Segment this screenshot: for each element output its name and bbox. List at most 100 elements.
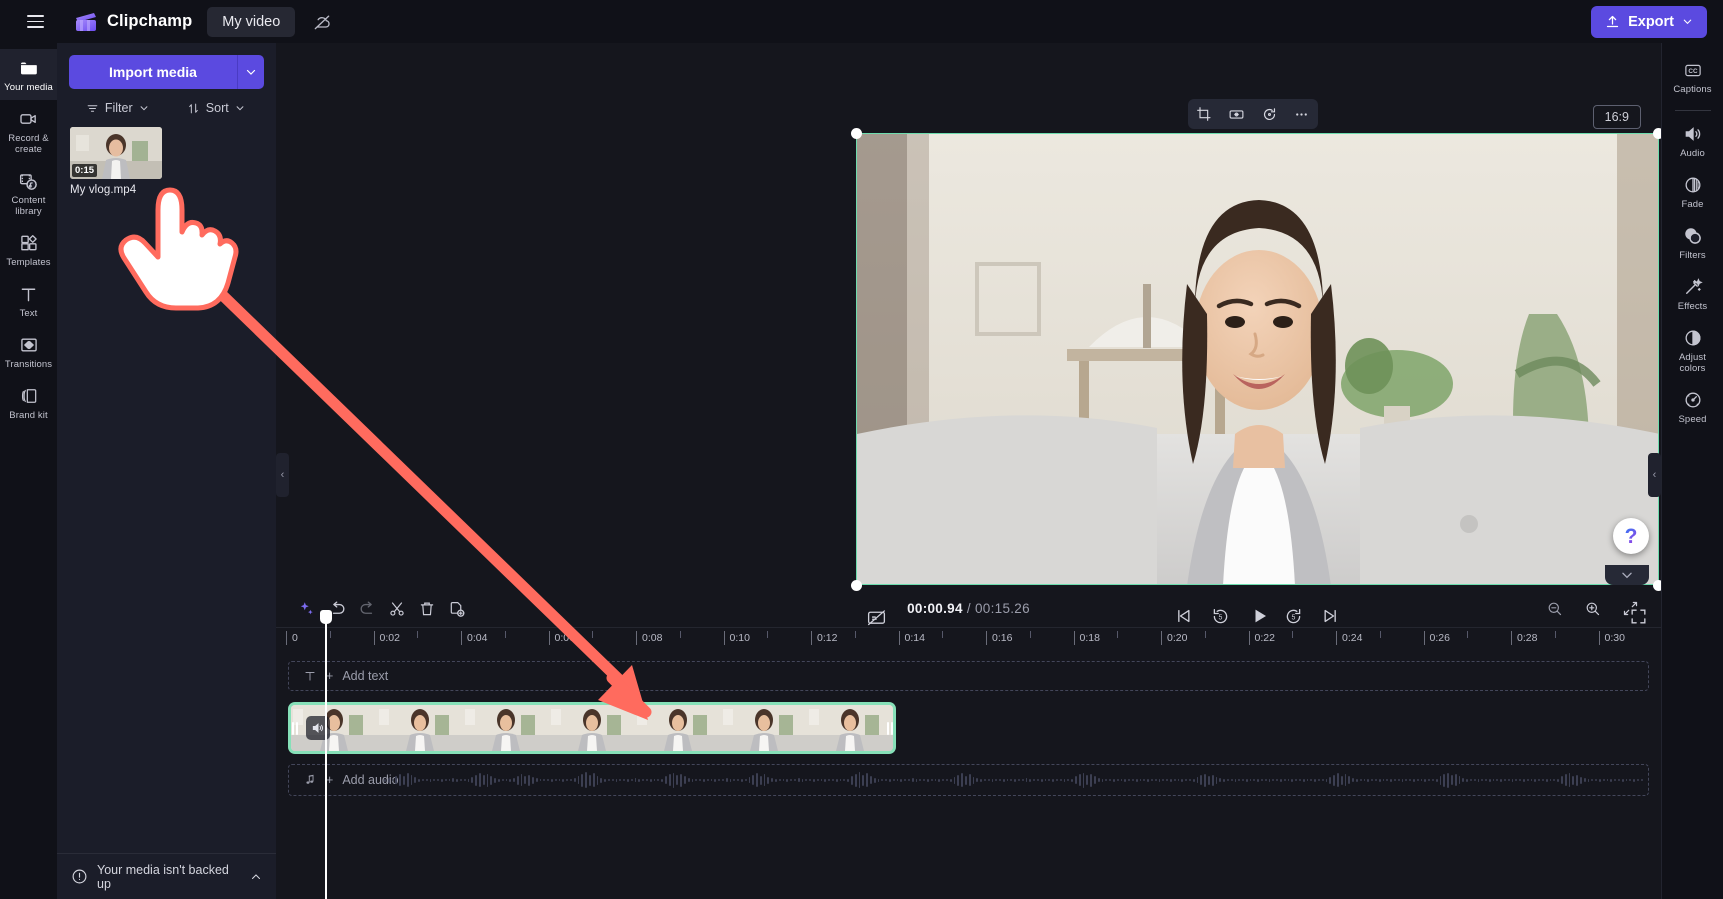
import-media-row: Import media xyxy=(57,43,276,89)
clipchamp-editor: Clipchamp My video Export Your media Rec… xyxy=(0,0,1723,899)
preview-floating-toolbar xyxy=(1188,99,1318,129)
track-video xyxy=(288,702,1649,754)
sidebar-item-label: Your media xyxy=(4,82,53,93)
top-bar: Clipchamp My video Export xyxy=(0,0,1723,43)
backup-status-label: Your media isn't backed up xyxy=(97,862,229,891)
clipchamp-logo-icon xyxy=(74,12,98,32)
skip-back-icon[interactable] xyxy=(1169,602,1197,630)
help-button[interactable]: ? xyxy=(1613,518,1649,554)
sidebar-item-speed[interactable]: Speed xyxy=(1662,381,1723,432)
cc-icon: CC xyxy=(1682,59,1704,81)
import-media-dropdown[interactable] xyxy=(237,55,264,89)
sidebar-item-label: Record & create xyxy=(8,133,49,155)
crop-icon[interactable] xyxy=(1191,102,1217,126)
sidebar-item-captions[interactable]: CC Captions xyxy=(1662,51,1723,102)
fit-width-icon[interactable] xyxy=(1224,102,1250,126)
media-duration-badge: 0:15 xyxy=(72,164,98,177)
forward-5-icon[interactable]: 5 xyxy=(1279,602,1307,630)
project-title[interactable]: My video xyxy=(207,6,296,37)
clip-frame xyxy=(549,705,635,751)
sidebar-item-audio[interactable]: Audio xyxy=(1662,115,1723,166)
sidebar-item-label: Brand kit xyxy=(9,410,48,421)
rotate-icon[interactable] xyxy=(1256,102,1282,126)
sidebar-item-brand-kit[interactable]: Brand kit xyxy=(0,377,57,428)
aspect-ratio-badge[interactable]: 16:9 xyxy=(1592,105,1641,129)
effects-wand-icon xyxy=(1682,276,1704,298)
chevron-up-icon xyxy=(250,871,262,883)
music-note-icon xyxy=(303,773,317,787)
collapse-left-panel-button[interactable]: ‹ xyxy=(276,453,289,497)
add-text-label: Add text xyxy=(342,669,389,683)
sidebar-item-label: Captions xyxy=(1673,84,1712,95)
help-collapse-caret[interactable] xyxy=(1605,565,1649,585)
templates-icon xyxy=(18,232,40,254)
video-camera-icon xyxy=(17,108,40,130)
skip-forward-icon[interactable] xyxy=(1317,602,1345,630)
selection-handle-top-left[interactable] xyxy=(851,128,862,139)
svg-text:CC: CC xyxy=(1688,67,1698,74)
timeline-tracks: + Add text + Add audio xyxy=(276,651,1661,796)
speaker-icon xyxy=(1682,123,1704,145)
cloud-off-icon[interactable] xyxy=(307,7,337,37)
brand-kit-icon xyxy=(18,385,40,407)
sort-button[interactable]: Sort xyxy=(170,101,263,115)
clip-trim-handle-right[interactable] xyxy=(883,702,896,754)
brand: Clipchamp xyxy=(74,12,192,32)
svg-text:5: 5 xyxy=(1291,614,1295,621)
clip-frame xyxy=(291,705,377,751)
sidebar-item-your-media[interactable]: Your media xyxy=(0,49,57,100)
sidebar-item-fade[interactable]: Fade xyxy=(1662,166,1723,217)
sidebar-item-text[interactable]: Text xyxy=(0,275,57,326)
media-item-my-vlog[interactable]: 0:15 My vlog.mp4 xyxy=(70,127,162,196)
track-add-text[interactable]: + Add text xyxy=(288,661,1649,691)
import-media-button[interactable]: Import media xyxy=(69,55,237,89)
svg-text:5: 5 xyxy=(1218,614,1222,621)
sidebar-item-transitions[interactable]: Transitions xyxy=(0,326,57,377)
clip-frame xyxy=(635,705,721,751)
sidebar-item-label: Filters xyxy=(1679,250,1706,261)
clip-frame xyxy=(721,705,807,751)
chevron-down-icon xyxy=(235,103,245,113)
collapse-right-panel-button[interactable]: ‹ xyxy=(1648,453,1661,497)
text-t-icon xyxy=(303,669,317,683)
text-icon xyxy=(18,283,39,305)
backup-status-bar[interactable]: Your media isn't backed up xyxy=(57,853,276,899)
add-audio-plus: + xyxy=(326,773,334,787)
rewind-5-icon[interactable]: 5 xyxy=(1206,602,1234,630)
audio-waveform xyxy=(384,765,1643,795)
hamburger-icon[interactable] xyxy=(18,5,52,39)
more-horizontal-icon[interactable] xyxy=(1289,102,1315,126)
video-clip[interactable] xyxy=(288,702,896,754)
fullscreen-icon[interactable] xyxy=(1624,602,1652,630)
sidebar-item-content-library[interactable]: Content library xyxy=(0,162,57,224)
media-item-name: My vlog.mp4 xyxy=(70,184,137,196)
sidebar-item-label: Fade xyxy=(1681,199,1704,210)
speed-gauge-icon xyxy=(1682,389,1704,411)
alert-circle-icon xyxy=(71,868,88,885)
sidebar-item-adjust-colors[interactable]: Adjust colors xyxy=(1662,319,1723,381)
sidebar-item-templates[interactable]: Templates xyxy=(0,224,57,275)
clip-speaker-icon[interactable] xyxy=(306,716,330,740)
media-list: 0:15 My vlog.mp4 xyxy=(57,123,276,200)
clip-frame xyxy=(463,705,549,751)
export-button[interactable]: Export xyxy=(1591,5,1707,38)
clip-frame xyxy=(377,705,463,751)
sort-label: Sort xyxy=(205,101,229,115)
sidebar-item-effects[interactable]: Effects xyxy=(1662,268,1723,319)
sidebar-item-record-create[interactable]: Record & create xyxy=(0,100,57,162)
captions-off-icon[interactable] xyxy=(862,603,890,631)
sidebar-item-label: Effects xyxy=(1677,301,1708,312)
video-preview[interactable] xyxy=(856,133,1659,585)
sidebar-item-label: Speed xyxy=(1678,414,1707,425)
selection-handle-bottom-left[interactable] xyxy=(851,580,862,591)
right-sidebar: CC Captions Audio Fade Filters Effects A… xyxy=(1661,43,1723,899)
filter-icon xyxy=(86,102,99,115)
clip-trim-handle-left[interactable] xyxy=(288,702,301,754)
play-icon[interactable] xyxy=(1244,601,1276,631)
sidebar-item-filters[interactable]: Filters xyxy=(1662,217,1723,268)
brand-name: Clipchamp xyxy=(107,12,193,30)
filter-button[interactable]: Filter xyxy=(71,101,164,115)
playback-controls: 5 5 xyxy=(276,599,1661,635)
sidebar-item-label: Text xyxy=(19,308,38,319)
track-add-audio[interactable]: + Add audio xyxy=(288,764,1649,796)
